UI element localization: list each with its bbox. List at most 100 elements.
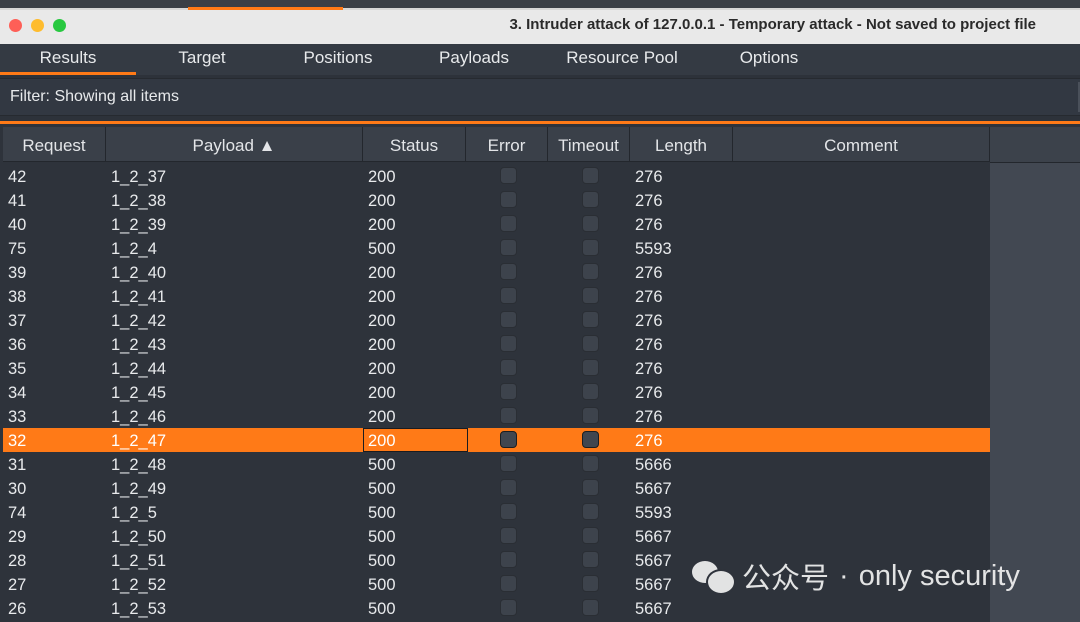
request-cell: 27 (8, 576, 27, 594)
timeout-checkbox[interactable] (582, 527, 599, 544)
status-cell: 500 (368, 528, 396, 546)
table-row[interactable]: 42 1_2_37 200 276 (3, 164, 990, 188)
tab-target[interactable]: Target (136, 44, 268, 75)
timeout-checkbox[interactable] (582, 407, 599, 424)
payload-cell: 1_2_50 (111, 528, 167, 546)
status-cell: 200 (368, 264, 396, 282)
error-checkbox[interactable] (500, 407, 517, 424)
table-row[interactable]: 37 1_2_42 200 276 (3, 308, 990, 332)
length-cell: 276 (635, 264, 663, 282)
error-checkbox[interactable] (500, 359, 517, 376)
table-row[interactable]: 30 1_2_49 500 5667 (3, 476, 990, 500)
table-row[interactable]: 74 1_2_5 500 5593 (3, 500, 990, 524)
table-row[interactable]: 36 1_2_43 200 276 (3, 332, 990, 356)
zoom-window-button[interactable] (53, 19, 66, 32)
column-timeout[interactable]: Timeout (548, 127, 630, 161)
tab-options[interactable]: Options (704, 44, 834, 75)
filter-bar[interactable]: Filter: Showing all items (0, 78, 1080, 116)
table-row[interactable]: 40 1_2_39 200 276 (3, 212, 990, 236)
timeout-checkbox[interactable] (582, 431, 599, 448)
timeout-checkbox[interactable] (582, 551, 599, 568)
error-checkbox[interactable] (500, 167, 517, 184)
timeout-checkbox[interactable] (582, 239, 599, 256)
tab-payloads[interactable]: Payloads (406, 44, 542, 75)
column-length[interactable]: Length (630, 127, 733, 161)
window-title: 3. Intruder attack of 127.0.0.1 - Tempor… (509, 16, 1036, 33)
length-cell: 276 (635, 408, 663, 426)
length-cell: 5667 (635, 552, 672, 570)
column-comment[interactable]: Comment (733, 127, 990, 161)
table-row[interactable]: 75 1_2_4 500 5593 (3, 236, 990, 260)
error-checkbox[interactable] (500, 551, 517, 568)
status-cell: 200 (368, 336, 396, 354)
tab-resource-pool[interactable]: Resource Pool (548, 44, 696, 75)
table-row[interactable]: 29 1_2_50 500 5667 (3, 524, 990, 548)
timeout-checkbox[interactable] (582, 215, 599, 232)
timeout-checkbox[interactable] (582, 191, 599, 208)
column-error[interactable]: Error (466, 127, 548, 161)
column-request[interactable]: Request (3, 127, 106, 161)
error-checkbox[interactable] (500, 383, 517, 400)
error-checkbox[interactable] (500, 263, 517, 280)
status-cell: 500 (368, 600, 396, 618)
request-cell: 28 (8, 552, 27, 570)
error-checkbox[interactable] (500, 239, 517, 256)
length-cell: 276 (635, 192, 663, 210)
table-row[interactable]: 32 1_2_47 200 276 (3, 428, 990, 452)
minimize-window-button[interactable] (31, 19, 44, 32)
timeout-checkbox[interactable] (582, 383, 599, 400)
background-tab-highlight (188, 7, 343, 10)
table-row[interactable]: 38 1_2_41 200 276 (3, 284, 990, 308)
table-row[interactable]: 39 1_2_40 200 276 (3, 260, 990, 284)
table-row[interactable]: 35 1_2_44 200 276 (3, 356, 990, 380)
error-checkbox[interactable] (500, 527, 517, 544)
request-cell: 31 (8, 456, 27, 474)
request-cell: 32 (8, 432, 27, 450)
status-cell: 200 (368, 312, 396, 330)
timeout-checkbox[interactable] (582, 599, 599, 616)
error-checkbox[interactable] (500, 335, 517, 352)
column-status[interactable]: Status (363, 127, 466, 161)
payload-cell: 1_2_51 (111, 552, 167, 570)
table-row[interactable]: 31 1_2_48 500 5666 (3, 452, 990, 476)
error-checkbox[interactable] (500, 287, 517, 304)
background-window-strip (0, 0, 1080, 8)
error-checkbox[interactable] (500, 311, 517, 328)
tab-positions[interactable]: Positions (270, 44, 406, 75)
timeout-checkbox[interactable] (582, 287, 599, 304)
timeout-checkbox[interactable] (582, 575, 599, 592)
timeout-checkbox[interactable] (582, 311, 599, 328)
tab-results[interactable]: Results (0, 44, 136, 75)
timeout-checkbox[interactable] (582, 167, 599, 184)
table-row[interactable]: 41 1_2_38 200 276 (3, 188, 990, 212)
timeout-checkbox[interactable] (582, 479, 599, 496)
tab-bar: Results Target Positions Payloads Resour… (0, 44, 1080, 75)
length-cell: 5667 (635, 528, 672, 546)
table-row[interactable]: 33 1_2_46 200 276 (3, 404, 990, 428)
timeout-checkbox[interactable] (582, 455, 599, 472)
watermark: 公众号 · only security (692, 556, 1020, 596)
status-cell: 200 (368, 384, 396, 402)
timeout-checkbox[interactable] (582, 359, 599, 376)
timeout-checkbox[interactable] (582, 335, 599, 352)
error-checkbox[interactable] (500, 455, 517, 472)
timeout-checkbox[interactable] (582, 503, 599, 520)
table-row[interactable]: 34 1_2_45 200 276 (3, 380, 990, 404)
error-checkbox[interactable] (500, 431, 517, 448)
error-checkbox[interactable] (500, 575, 517, 592)
error-checkbox[interactable] (500, 215, 517, 232)
timeout-checkbox[interactable] (582, 263, 599, 280)
table-row[interactable]: 26 1_2_53 500 5667 (3, 596, 990, 620)
close-window-button[interactable] (9, 19, 22, 32)
status-cell: 500 (368, 240, 396, 258)
request-cell: 34 (8, 384, 27, 402)
column-payload[interactable]: Payload ▲ (106, 127, 363, 161)
error-checkbox[interactable] (500, 503, 517, 520)
filter-label[interactable]: Filter: Showing all items (10, 88, 179, 106)
error-checkbox[interactable] (500, 599, 517, 616)
error-checkbox[interactable] (500, 479, 517, 496)
status-cell: 500 (368, 504, 396, 522)
error-checkbox[interactable] (500, 191, 517, 208)
table-body: 42 1_2_37 200 276 41 1_2_38 200 276 40 1_2_39 200 2… (3, 164, 990, 620)
status-cell: 500 (368, 456, 396, 474)
